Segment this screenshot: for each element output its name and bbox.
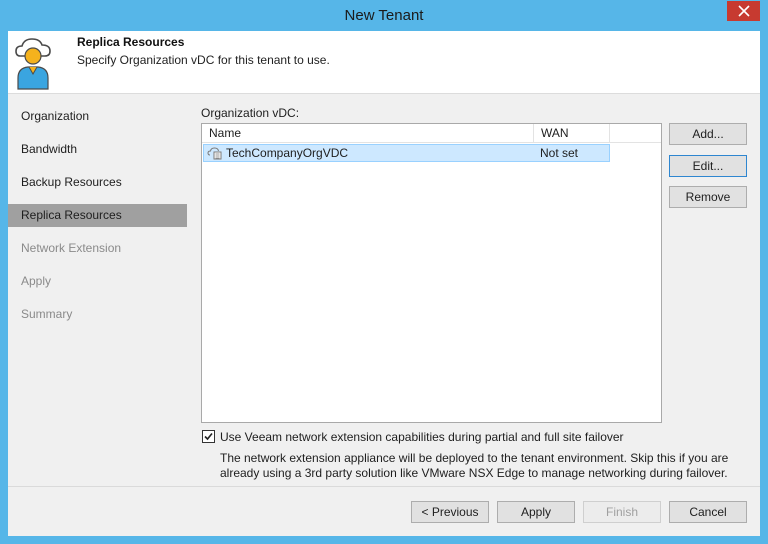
close-icon bbox=[737, 5, 750, 17]
apply-button[interactable]: Apply bbox=[497, 501, 575, 523]
previous-button[interactable]: < Previous bbox=[411, 501, 489, 523]
page-subtitle: Specify Organization vDC for this tenant… bbox=[77, 53, 330, 67]
row-name: TechCompanyOrgVDC bbox=[226, 146, 349, 160]
step-replica-resources[interactable]: Replica Resources bbox=[8, 204, 187, 227]
checkmark-icon bbox=[204, 432, 213, 441]
add-button[interactable]: Add... bbox=[669, 123, 747, 145]
wizard-window: New Tenant Replica Resources Specify Org… bbox=[0, 0, 768, 544]
edit-button[interactable]: Edit... bbox=[669, 155, 747, 177]
cloud-user-icon bbox=[15, 38, 51, 90]
finish-button: Finish bbox=[583, 501, 661, 523]
step-bandwidth[interactable]: Bandwidth bbox=[8, 138, 187, 161]
network-extension-note: The network extension appliance will be … bbox=[220, 451, 750, 481]
step-backup-resources[interactable]: Backup Resources bbox=[8, 171, 187, 194]
network-extension-label[interactable]: Use Veeam network extension capabilities… bbox=[220, 430, 624, 444]
column-header-wan[interactable]: WAN bbox=[534, 124, 610, 143]
step-summary: Summary bbox=[21, 307, 73, 321]
wizard-header: Replica Resources Specify Organization v… bbox=[8, 31, 760, 94]
column-header-name[interactable]: Name bbox=[202, 124, 534, 143]
list-header: Name WAN bbox=[202, 124, 661, 143]
table-row[interactable]: TechCompanyOrgVDC Not set bbox=[203, 144, 610, 162]
network-extension-checkbox[interactable] bbox=[202, 430, 215, 443]
close-button[interactable] bbox=[727, 1, 760, 21]
cancel-button[interactable]: Cancel bbox=[669, 501, 747, 523]
row-wan: Not set bbox=[540, 146, 579, 160]
wizard-body: Replica Resources Specify Organization v… bbox=[8, 31, 760, 536]
org-vdc-label: Organization vDC: bbox=[201, 106, 300, 120]
window-title: New Tenant bbox=[344, 7, 424, 24]
org-vdc-icon bbox=[207, 147, 222, 160]
org-vdc-list[interactable]: Name WAN TechCompanyOrgVDC Not set bbox=[201, 123, 662, 423]
note-line-1: The network extension appliance will be … bbox=[220, 451, 729, 465]
footer-divider bbox=[8, 486, 760, 487]
title-bar[interactable]: New Tenant bbox=[0, 0, 768, 31]
wizard-steps: Organization Bandwidth Backup Resources … bbox=[8, 95, 187, 438]
step-organization[interactable]: Organization bbox=[8, 105, 187, 128]
remove-button[interactable]: Remove bbox=[669, 186, 747, 208]
page-title: Replica Resources bbox=[77, 35, 185, 49]
note-line-2: already using a 3rd party solution like … bbox=[220, 466, 728, 480]
step-network-extension: Network Extension bbox=[21, 241, 122, 255]
step-apply: Apply bbox=[21, 274, 52, 288]
